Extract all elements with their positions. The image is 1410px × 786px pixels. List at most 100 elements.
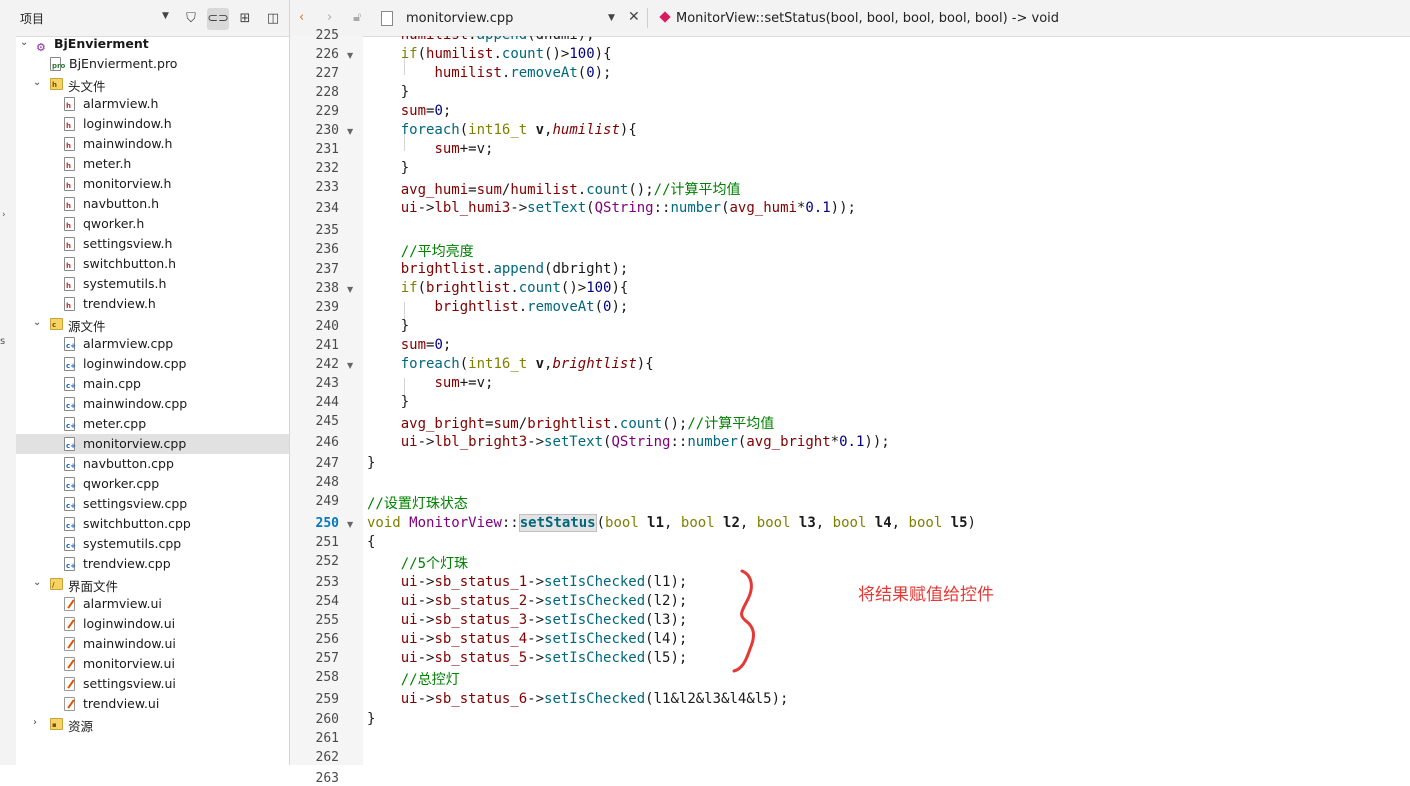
tree-folder[interactable]: ⌄ / 界面文件 xyxy=(16,574,289,594)
tree-file[interactable]: c+ navbutton.cpp xyxy=(16,454,289,474)
tree-file[interactable]: monitorview.ui xyxy=(16,654,289,674)
symbol-combo[interactable]: MonitorView::setStatus(bool, bool, bool,… xyxy=(676,11,1059,26)
code-line[interactable]: } xyxy=(367,160,409,176)
back-icon[interactable]: ‹ xyxy=(299,10,304,25)
tree-file[interactable]: h switchbutton.h xyxy=(16,254,289,274)
close-icon[interactable]: ✕ xyxy=(628,9,640,25)
tree-file[interactable]: h mainwindow.h xyxy=(16,134,289,154)
code-line[interactable]: ui->lbl_bright3->setText(QString::number… xyxy=(367,434,890,450)
expand-arrow-icon[interactable]: › xyxy=(2,210,6,220)
code-line[interactable]: brightlist.append(dbright); xyxy=(367,261,629,277)
tree-file[interactable]: h navbutton.h xyxy=(16,194,289,214)
tree-folder[interactable]: › ▪ 资源 xyxy=(16,714,289,734)
code-line[interactable]: avg_humi=sum/humilist.count();//计算平均值 xyxy=(367,179,741,199)
tree-file[interactable]: h alarmview.h xyxy=(16,94,289,114)
code-line[interactable]: //设置灯珠状态 xyxy=(367,493,468,513)
tree-file[interactable]: h systemutils.h xyxy=(16,274,289,294)
code-line[interactable]: } xyxy=(367,318,409,334)
code-line[interactable]: humilist.append(dhumi); xyxy=(367,36,595,43)
tree-file[interactable]: c+ main.cpp xyxy=(16,374,289,394)
tree-file[interactable]: c+ mainwindow.cpp xyxy=(16,394,289,414)
header-file-icon: h xyxy=(64,277,75,291)
tree-file[interactable]: c+ switchbutton.cpp xyxy=(16,514,289,534)
chevron-down-icon[interactable]: ⌄ xyxy=(33,77,43,88)
code-line[interactable]: sum=0; xyxy=(367,337,452,353)
code-line[interactable]: foreach(int16_t v,humilist){ xyxy=(367,122,637,138)
code-comment: //计算平均值 xyxy=(687,416,775,432)
code-line[interactable]: avg_bright=sum/brightlist.count();//计算平均… xyxy=(367,413,775,433)
code-line[interactable]: ui->sb_status_5->setIsChecked(l5); xyxy=(367,650,688,666)
lock-icon[interactable]: 🔓︎ xyxy=(353,10,361,25)
code-line[interactable]: ui->sb_status_4->setIsChecked(l4); xyxy=(367,631,688,647)
forward-icon[interactable]: › xyxy=(327,10,332,25)
code-line[interactable]: //平均亮度 xyxy=(367,241,474,261)
link-with-editor-icon[interactable]: ⊂⊃ xyxy=(207,8,229,30)
tree-file[interactable]: h loginwindow.h xyxy=(16,114,289,134)
tree-file[interactable]: settingsview.ui xyxy=(16,674,289,694)
chevron-down-icon[interactable]: ⌄ xyxy=(20,37,30,48)
tree-file[interactable]: pro BjEnvierment.pro xyxy=(16,54,289,74)
code-line[interactable]: } xyxy=(367,455,375,471)
code-line[interactable]: } xyxy=(367,394,409,410)
tree-file[interactable]: trendview.ui xyxy=(16,694,289,714)
fold-marker-icon[interactable]: ▼ xyxy=(347,285,353,294)
code-line[interactable]: if(brightlist.count()>100){ xyxy=(367,280,629,296)
tree-file[interactable]: h meter.h xyxy=(16,154,289,174)
tree-file[interactable]: c+ settingsview.cpp xyxy=(16,494,289,514)
code-line[interactable]: ui->lbl_humi3->setText(QString::number(a… xyxy=(367,200,856,216)
tree-file[interactable]: alarmview.ui xyxy=(16,594,289,614)
line-number: 231 xyxy=(315,142,339,157)
tree-file[interactable]: c+ qworker.cpp xyxy=(16,474,289,494)
project-view-selector[interactable]: 项目 xyxy=(20,10,44,27)
tree-file[interactable]: c+ loginwindow.cpp xyxy=(16,354,289,374)
filter-icon[interactable]: ⛉ xyxy=(180,8,202,30)
tree-file[interactable]: c+ monitorview.cpp xyxy=(16,434,289,454)
chevron-down-icon[interactable]: ⌄ xyxy=(33,317,43,328)
code-line[interactable]: if(humilist.count()>100){ xyxy=(367,46,612,62)
code-line[interactable]: ui->sb_status_6->setIsChecked(l1&l2&l3&l… xyxy=(367,691,789,707)
tree-file[interactable]: h monitorview.h xyxy=(16,174,289,194)
split-add-icon[interactable]: ⊞ xyxy=(234,8,256,30)
code-line[interactable]: foreach(int16_t v,brightlist){ xyxy=(367,356,654,372)
code-line[interactable]: ui->sb_status_2->setIsChecked(l2); xyxy=(367,593,688,609)
tree-file[interactable]: h settingsview.h xyxy=(16,234,289,254)
code-line[interactable]: humilist.removeAt(0); xyxy=(367,65,611,81)
line-number-gutter[interactable]: 225 226 ▼ 227 228 229 230 ▼ 231 232 233 234 235 236 23… xyxy=(290,28,363,786)
code-line[interactable]: //5个灯珠 xyxy=(367,553,468,573)
tree-file[interactable]: c+ systemutils.cpp xyxy=(16,534,289,554)
tree-file[interactable]: c+ trendview.cpp xyxy=(16,554,289,574)
code-line[interactable]: ui->sb_status_1->setIsChecked(l1); xyxy=(367,574,688,590)
fold-marker-icon[interactable]: ▼ xyxy=(347,361,353,370)
code-line[interactable]: sum+=v; xyxy=(367,141,493,157)
fold-marker-icon[interactable]: ▼ xyxy=(347,51,353,60)
code-line[interactable]: } xyxy=(367,84,409,100)
tree-file[interactable]: h qworker.h xyxy=(16,214,289,234)
chevron-down-icon[interactable]: ▼ xyxy=(162,11,169,21)
chevron-right-icon[interactable]: › xyxy=(33,717,43,728)
chevron-down-icon[interactable]: ⌄ xyxy=(33,577,43,588)
fold-marker-icon[interactable]: ▼ xyxy=(347,127,353,136)
chevron-down-icon[interactable]: ▼ xyxy=(608,13,615,23)
code-line[interactable]: brightlist.removeAt(0); xyxy=(367,299,628,315)
tree-file[interactable]: c+ meter.cpp xyxy=(16,414,289,434)
code-line[interactable]: sum+=v; xyxy=(367,375,493,391)
tree-file[interactable]: c+ alarmview.cpp xyxy=(16,334,289,354)
open-documents-combo[interactable]: monitorview.cpp xyxy=(406,11,513,26)
code-line[interactable]: } xyxy=(367,711,375,727)
fold-marker-icon[interactable]: ▼ xyxy=(347,520,353,529)
code-editor[interactable]: humilist.append(dhumi); if(humilist.coun… xyxy=(363,36,1410,765)
code-line[interactable]: //总控灯 xyxy=(367,669,460,689)
tree-folder[interactable]: ⌄ h 头文件 xyxy=(16,74,289,94)
code-line[interactable]: ui->sb_status_3->setIsChecked(l3); xyxy=(367,612,688,628)
code-line[interactable]: { xyxy=(367,534,375,550)
close-sidebar-icon[interactable]: ◫ xyxy=(262,8,284,30)
line-number: 263 xyxy=(315,771,339,786)
tree-file[interactable]: h trendview.h xyxy=(16,294,289,314)
code-line[interactable]: void MonitorView::setStatus(bool l1, boo… xyxy=(367,514,976,532)
tree-folder[interactable]: ⌄ ⚙ BjEnvierment xyxy=(16,34,289,54)
code-line[interactable]: sum=0; xyxy=(367,103,452,119)
tree-file[interactable]: mainwindow.ui xyxy=(16,634,289,654)
tree-folder[interactable]: ⌄ c 源文件 xyxy=(16,314,289,334)
code-token: l5 xyxy=(942,515,968,531)
tree-file[interactable]: loginwindow.ui xyxy=(16,614,289,634)
